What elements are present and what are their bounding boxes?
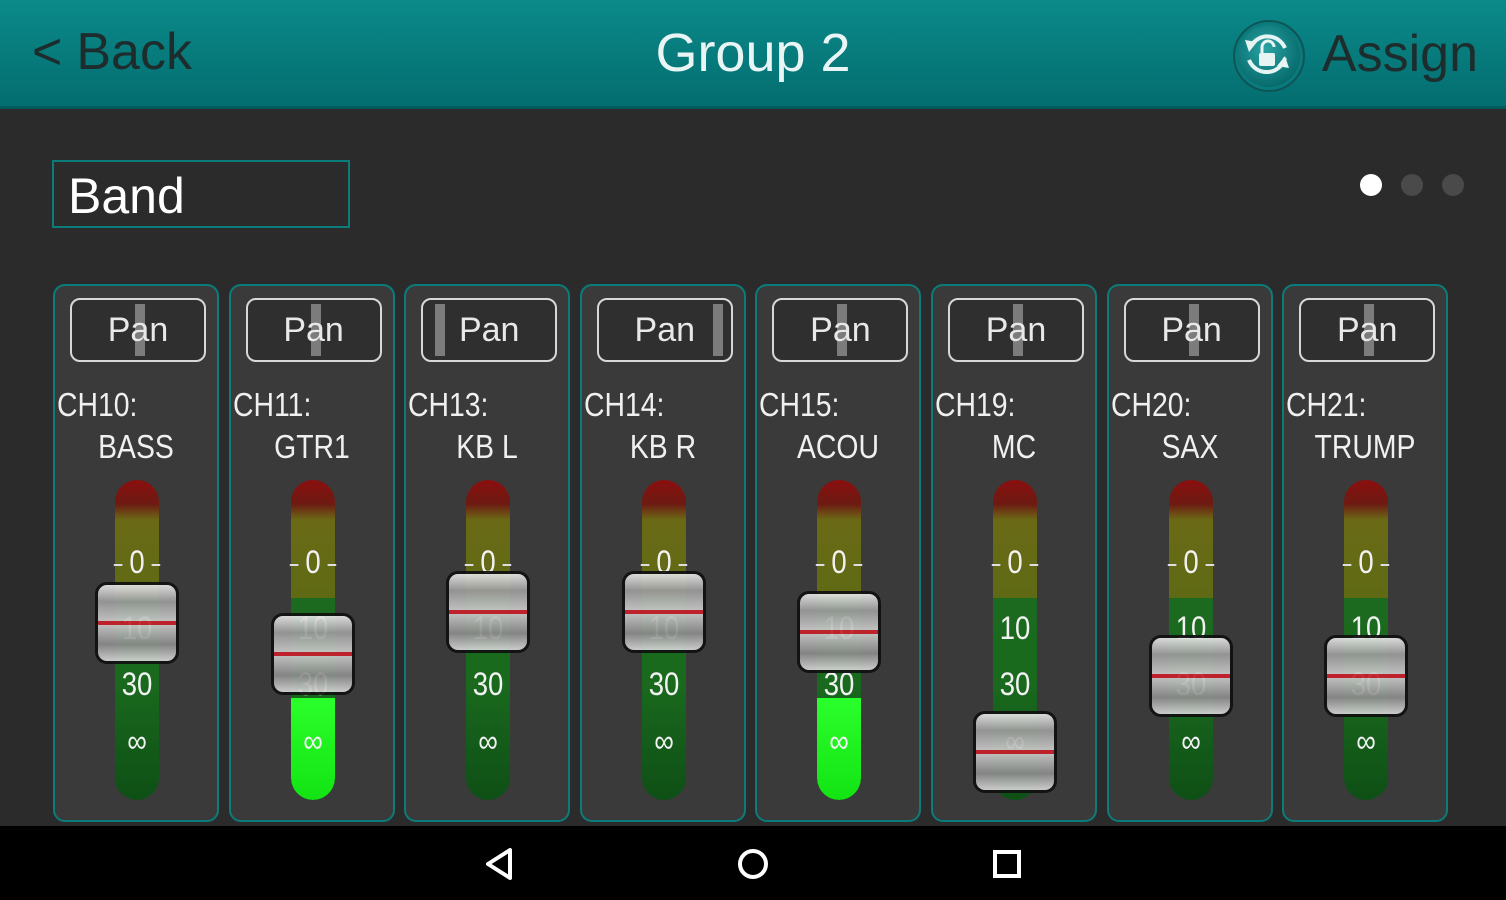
- channel-strip: PanCH10:BASS01030∞: [53, 284, 219, 822]
- group-name-field[interactable]: Band: [52, 160, 350, 228]
- scale-label-ten: 10: [999, 610, 1031, 646]
- fader-indicator-line: [98, 621, 176, 626]
- rotate-unlock-button[interactable]: [1233, 20, 1305, 92]
- pan-label: Pan: [1336, 311, 1398, 349]
- fader-indicator-line: [624, 610, 703, 614]
- fader-knob[interactable]: [446, 571, 531, 653]
- pan-label: Pan: [634, 311, 696, 349]
- page-dot[interactable]: [1360, 174, 1382, 196]
- pan-label: Pan: [283, 311, 344, 349]
- assign-button[interactable]: Assign: [1322, 24, 1478, 84]
- channel-name: KB R: [629, 428, 696, 465]
- nav-home-icon[interactable]: [731, 842, 775, 886]
- scale-label-zero: 0: [66, 544, 207, 581]
- channel-name: ACOU: [797, 428, 880, 465]
- rotate-unlock-icon: [1245, 34, 1289, 74]
- scale-label-zero: 0: [1120, 544, 1261, 581]
- channel-strip: PanCH11:GTR101030∞: [228, 284, 395, 822]
- pan-button[interactable]: Pan: [421, 298, 558, 362]
- channel-name: TRUMP: [1314, 428, 1416, 465]
- pan-label: Pan: [985, 311, 1047, 349]
- scale-label-inf: ∞: [1180, 723, 1201, 759]
- pan-label: Pan: [107, 311, 169, 349]
- scale-label-thirty: 30: [472, 666, 504, 702]
- page-dot[interactable]: [1401, 174, 1423, 196]
- page-dot[interactable]: [1442, 174, 1464, 196]
- channel-name: BASS: [98, 428, 174, 465]
- channel-strip: PanCH15:ACOU01030∞: [755, 284, 922, 822]
- channel-number: CH15:: [759, 386, 840, 423]
- pan-button[interactable]: Pan: [1123, 298, 1260, 362]
- fader-knob[interactable]: [1324, 635, 1409, 718]
- pan-button[interactable]: Pan: [772, 298, 909, 362]
- pan-button[interactable]: Pan: [245, 298, 382, 362]
- channel-name: KB L: [456, 428, 518, 465]
- scale-label-zero: 0: [944, 544, 1085, 581]
- scale-label-inf: ∞: [1356, 723, 1376, 759]
- nav-back-icon[interactable]: [478, 842, 522, 886]
- pan-button[interactable]: Pan: [1299, 298, 1436, 362]
- channel-number: CH10:: [57, 386, 138, 423]
- fader-knob[interactable]: [621, 571, 706, 653]
- scale-label-thirty: 30: [648, 666, 680, 702]
- system-nav-bar: [0, 826, 1506, 900]
- fader-knob[interactable]: [797, 590, 882, 673]
- fader-indicator-line: [273, 652, 352, 656]
- pan-button[interactable]: Pan: [70, 298, 206, 362]
- fader-indicator-line: [1327, 674, 1406, 679]
- channel-number: CH21:: [1286, 386, 1367, 423]
- top-bar: < Back Group 2 Assign: [0, 0, 1506, 109]
- channel-strip: PanCH19:MC01030∞: [931, 284, 1097, 822]
- scale-label-thirty: 30: [999, 666, 1031, 702]
- scale-label-zero: 0: [1296, 544, 1437, 581]
- channel-name: SAX: [1161, 428, 1218, 465]
- scale-label-inf: ∞: [478, 723, 498, 759]
- channel-name: MC: [991, 428, 1037, 465]
- scale-label-zero: 0: [242, 544, 383, 581]
- channel-strip: PanCH13:KB L01030∞: [404, 284, 571, 822]
- pan-button[interactable]: Pan: [596, 298, 733, 362]
- channel-number: CH11:: [232, 386, 311, 423]
- nav-recents-icon[interactable]: [985, 842, 1029, 886]
- channel-name: GTR1: [273, 428, 350, 465]
- channel-number: CH20:: [1110, 386, 1192, 423]
- channel-number: CH13:: [408, 386, 489, 423]
- channel-strip: PanCH20:SAX01030∞: [1106, 284, 1273, 822]
- fader-knob[interactable]: [973, 711, 1057, 793]
- pan-position-marker: [713, 304, 724, 356]
- fader-indicator-line: [1151, 674, 1230, 679]
- pan-label: Pan: [1161, 311, 1222, 349]
- channel-number: CH14:: [583, 386, 665, 423]
- channel-number: CH19:: [935, 386, 1016, 423]
- scale-label-inf: ∞: [829, 723, 850, 759]
- fader-knob[interactable]: [95, 582, 179, 665]
- scale-label-inf: ∞: [127, 723, 147, 759]
- scale-label-inf: ∞: [302, 723, 323, 759]
- fader-knob[interactable]: [1148, 635, 1233, 718]
- channel-strip: PanCH14:KB R01030∞: [579, 284, 746, 822]
- pan-button[interactable]: Pan: [948, 298, 1084, 362]
- pan-position-marker: [434, 304, 445, 356]
- scale-label-thirty: 30: [121, 666, 153, 702]
- pan-label: Pan: [810, 311, 871, 349]
- scale-label-zero: 0: [769, 544, 910, 581]
- scale-label-inf: ∞: [653, 723, 674, 759]
- fader-indicator-line: [800, 629, 879, 634]
- fader-indicator-line: [449, 610, 528, 614]
- pan-label: Pan: [458, 311, 520, 349]
- fader-indicator-line: [976, 750, 1054, 754]
- fader-knob[interactable]: [270, 613, 355, 695]
- channel-strip: PanCH21:TRUMP01030∞: [1282, 284, 1449, 822]
